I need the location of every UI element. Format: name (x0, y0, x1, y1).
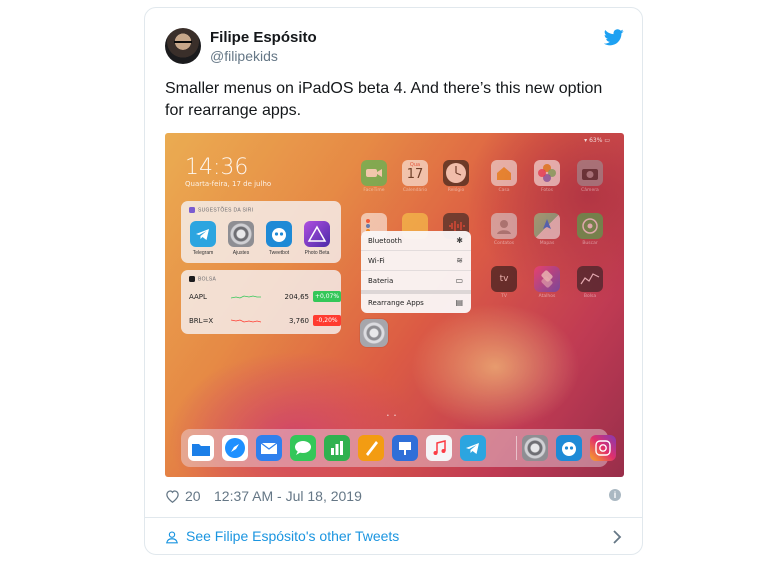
settings-icon[interactable] (522, 435, 548, 461)
home-app-shortcuts[interactable]: Atalhos (532, 266, 562, 299)
home-app-camera[interactable]: Câmera (575, 160, 605, 193)
siri-suggestions-widget: SUGESTÕES DA SIRI Telegram Ajustes Tweet… (181, 201, 341, 263)
pages-icon[interactable] (358, 435, 384, 461)
home-app-maps[interactable]: Mapas (532, 213, 562, 246)
home-app-tv[interactable]: tv TV (489, 266, 519, 299)
numbers-icon[interactable] (324, 435, 350, 461)
find-my-icon (577, 213, 603, 239)
tweetbot-icon[interactable] (556, 435, 582, 461)
chevron-right-icon[interactable] (612, 530, 622, 544)
suggested-app[interactable]: Photo Beta (303, 221, 331, 256)
author-name[interactable]: Filipe Espósito (210, 29, 317, 46)
siri-icon (189, 207, 195, 213)
like-count[interactable]: 20 (185, 488, 201, 504)
home-app-photos[interactable]: Fotos (532, 160, 562, 193)
home-app-facetime[interactable]: FaceTime (359, 160, 389, 193)
tv-icon: tv (491, 266, 517, 292)
app-context-menu: Bluetooth ✱ Wi-Fi ≋ Bateria ▭ Rearrange … (361, 231, 471, 313)
page-indicator: • • (387, 413, 398, 419)
home-app-stocks[interactable]: Bolsa (575, 266, 605, 299)
wifi-icon: ≋ (456, 256, 463, 265)
menu-item-wifi[interactable]: Wi-Fi ≋ (361, 251, 471, 271)
music-icon[interactable] (426, 435, 452, 461)
ipad-clock: 14:36 (185, 155, 249, 180)
footer-divider (145, 517, 642, 518)
affinity-photo-icon (304, 221, 330, 247)
settings-app-pressed[interactable] (360, 319, 388, 347)
stocks-widget: BOLSA AAPL 204,65 +0,07% BRL=X 3,760 -0,… (181, 270, 341, 334)
twitter-bird-icon[interactable] (604, 29, 624, 46)
stocks-icon (577, 266, 603, 292)
keynote-icon[interactable] (392, 435, 418, 461)
menu-item-rearrange-apps[interactable]: Rearrange Apps ▤ (361, 293, 471, 313)
dock-divider (516, 436, 517, 460)
battery-icon: ▭ (455, 276, 463, 285)
home-app-contacts[interactable]: Contatos (489, 213, 519, 246)
suggested-app[interactable]: Telegram (189, 221, 217, 256)
facetime-icon (361, 160, 387, 186)
stocks-icon (189, 276, 195, 282)
calendar-icon: Qua 17 (402, 160, 428, 186)
heart-icon[interactable] (165, 489, 180, 503)
author-handle[interactable]: @filipekids (210, 48, 278, 64)
bluetooth-icon: ✱ (456, 236, 463, 245)
ipad-dock (181, 429, 616, 467)
suggested-app[interactable]: Ajustes (227, 221, 255, 256)
mail-icon[interactable] (256, 435, 282, 461)
tweet-media-image[interactable]: ▾ 63% ▭ 14:36 Quarta-feira, 17 de julho … (165, 133, 624, 477)
menu-item-battery[interactable]: Bateria ▭ (361, 271, 471, 291)
messages-icon[interactable] (290, 435, 316, 461)
safari-icon[interactable] (222, 435, 248, 461)
telegram-icon (190, 221, 216, 247)
see-more-tweets-link[interactable]: See Filipe Espósito's other Tweets (165, 528, 624, 546)
info-icon[interactable]: i (609, 489, 621, 501)
home-app-clock[interactable]: Relógio (441, 160, 471, 193)
maps-icon (534, 213, 560, 239)
stocks-widget-header: BOLSA (189, 276, 216, 282)
home-app-find-my[interactable]: Buscar (575, 213, 605, 246)
telegram-icon[interactable] (460, 435, 486, 461)
person-icon (166, 531, 178, 544)
files-icon[interactable] (188, 435, 214, 461)
settings-icon (228, 221, 254, 247)
menu-item-bluetooth[interactable]: Bluetooth ✱ (361, 231, 471, 251)
suggested-app[interactable]: Tweetbot (265, 221, 293, 256)
rearrange-icon: ▤ (455, 298, 463, 307)
ipad-date: Quarta-feira, 17 de julho (185, 180, 272, 188)
camera-icon (577, 160, 603, 186)
tweet-card: Filipe Espósito @filipekids Smaller menu… (144, 7, 643, 555)
contacts-icon (491, 213, 517, 239)
instagram-icon[interactable] (590, 435, 616, 461)
tweetbot-icon (266, 221, 292, 247)
home-icon (491, 160, 517, 186)
see-more-tweets-label[interactable]: See Filipe Espósito's other Tweets (186, 528, 399, 544)
ipad-status-bar: ▾ 63% ▭ (584, 137, 610, 144)
stock-row[interactable]: BRL=X 3,760 -0,20% (189, 314, 341, 328)
home-app-calendar[interactable]: Qua 17 Calendário (400, 160, 430, 193)
tweet-timestamp[interactable]: 12:37 AM - Jul 18, 2019 (214, 488, 362, 504)
tweet-text: Smaller menus on iPadOS beta 4. And ther… (165, 80, 603, 119)
home-app-home[interactable]: Casa (489, 160, 519, 193)
shortcuts-icon (534, 266, 560, 292)
stock-change-badge: -0,20% (313, 315, 341, 326)
siri-widget-header: SUGESTÕES DA SIRI (189, 207, 253, 213)
stock-row[interactable]: AAPL 204,65 +0,07% (189, 290, 341, 304)
author-avatar[interactable] (165, 28, 201, 64)
clock-icon (443, 160, 469, 186)
stock-change-badge: +0,07% (313, 291, 341, 302)
photos-icon (534, 160, 560, 186)
